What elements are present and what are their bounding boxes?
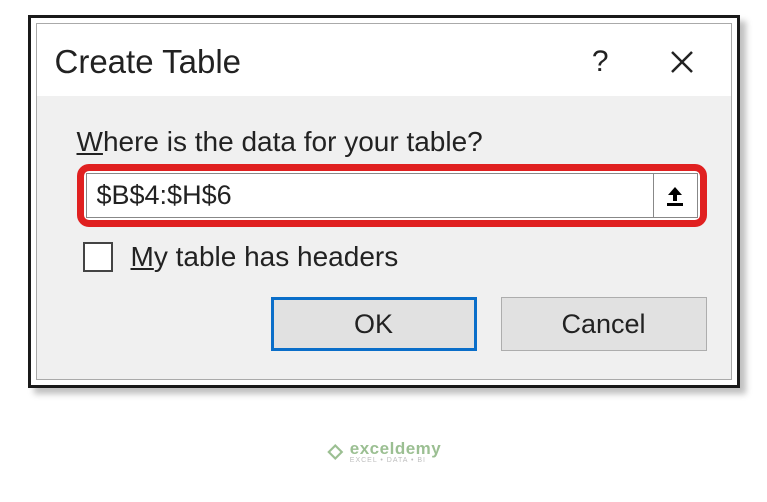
ok-button[interactable]: OK [271, 297, 477, 351]
close-icon[interactable] [669, 49, 695, 75]
dialog-title: Create Table [55, 43, 592, 81]
range-input-highlight [77, 164, 707, 227]
prompt-text-rest: here is the data for your table? [103, 126, 483, 157]
headers-checkbox[interactable] [83, 242, 113, 272]
collapse-icon [665, 185, 685, 207]
titlebar: Create Table ? [37, 24, 731, 96]
create-table-dialog: Create Table ? Where is the data for you… [36, 23, 732, 380]
prompt-label: Where is the data for your table? [77, 126, 707, 158]
dialog-content: Where is the data for your table? My tab… [37, 96, 731, 379]
range-input[interactable] [86, 173, 654, 218]
checkbox-accelerator: M [131, 241, 154, 272]
headers-checkbox-row: My table has headers [83, 241, 707, 273]
watermark-brand: exceldemy [350, 439, 441, 459]
titlebar-buttons: ? [592, 45, 713, 79]
watermark: exceldemy EXCEL • DATA • BI [326, 439, 441, 464]
help-icon[interactable]: ? [592, 45, 609, 79]
watermark-logo-icon [326, 443, 344, 461]
headers-checkbox-label[interactable]: My table has headers [131, 241, 399, 273]
cancel-button[interactable]: Cancel [501, 297, 707, 351]
prompt-accelerator: W [77, 126, 103, 157]
outer-frame: Create Table ? Where is the data for you… [28, 15, 740, 388]
button-row: OK Cancel [77, 297, 707, 351]
watermark-text: exceldemy EXCEL • DATA • BI [350, 439, 441, 464]
checkbox-label-rest: y table has headers [154, 241, 398, 272]
collapse-dialog-button[interactable] [654, 173, 698, 218]
